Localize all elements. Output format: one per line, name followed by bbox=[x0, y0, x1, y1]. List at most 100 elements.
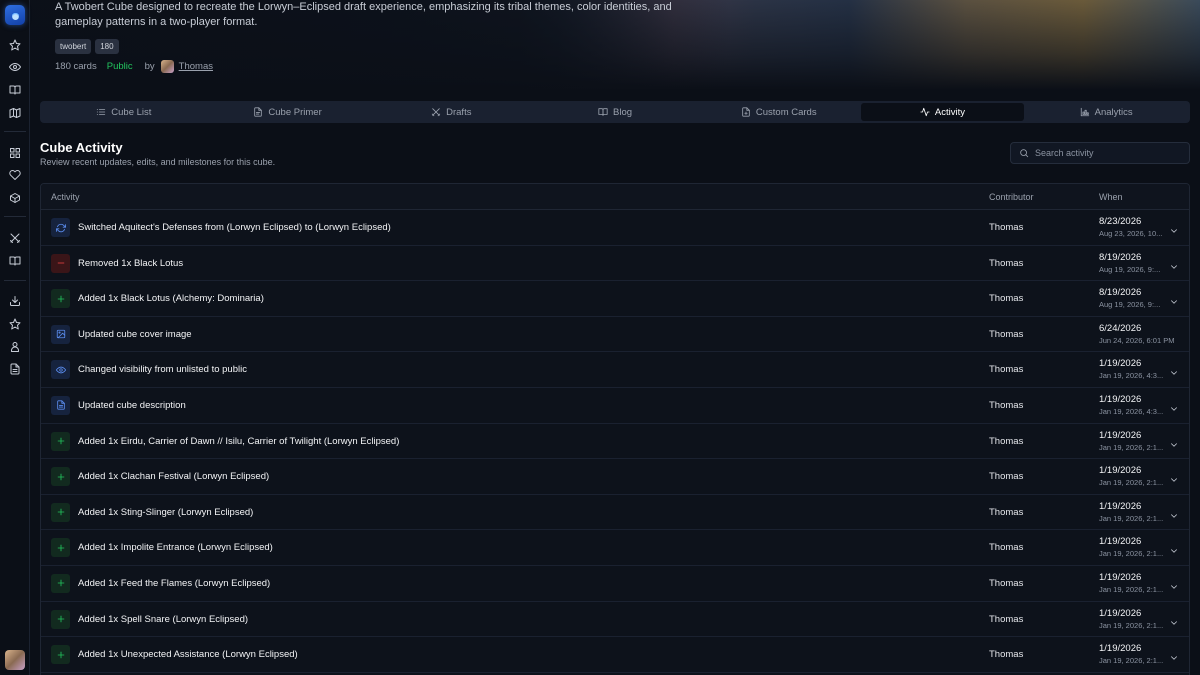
activity-text: Switched Aquitect's Defenses from (Lorwy… bbox=[78, 222, 391, 233]
heart-icon[interactable] bbox=[8, 168, 22, 182]
table-body: Switched Aquitect's Defenses from (Lorwy… bbox=[41, 210, 1189, 673]
plus-badge bbox=[51, 609, 70, 629]
tab-label: Blog bbox=[613, 106, 633, 118]
table-row[interactable]: Added 1x Black Lotus (Alchemy: Dominaria… bbox=[41, 281, 1189, 317]
contributor-name: Thomas bbox=[989, 222, 1024, 233]
swords-icon[interactable] bbox=[8, 231, 22, 245]
swords-icon bbox=[431, 108, 441, 117]
table-row[interactable]: Added 1x Spell Snare (Lorwyn Eclipsed) Th… bbox=[41, 602, 1189, 638]
expand-row-button[interactable] bbox=[1169, 508, 1179, 518]
document-icon bbox=[56, 400, 65, 411]
contributor-name: Thomas bbox=[989, 613, 1024, 625]
table-row: Updated cube cover image Thomas 6/24/2026 J… bbox=[41, 317, 1189, 353]
chevron-down-icon bbox=[1171, 585, 1177, 589]
map-icon[interactable] bbox=[8, 106, 22, 120]
tab-blog[interactable]: Blog bbox=[533, 103, 697, 121]
expand-row-button[interactable] bbox=[1169, 437, 1179, 447]
activity-date: 1/19/2026 bbox=[1099, 429, 1142, 441]
author-avatar[interactable] bbox=[160, 60, 174, 73]
star-icon[interactable] bbox=[8, 38, 22, 52]
activity-timestamp: Aug 19, 2026, 9:... bbox=[1099, 300, 1161, 310]
activity-timestamp: Jan 19, 2026, 2:1... bbox=[1099, 513, 1164, 523]
table-row[interactable]: Updated cube description Thomas 1/19/2026 J… bbox=[41, 388, 1189, 424]
contributor-name: Thomas bbox=[989, 577, 1024, 589]
book-icon bbox=[598, 108, 608, 116]
tab-activity[interactable]: Activity bbox=[860, 103, 1025, 121]
column-header-when: When bbox=[1099, 192, 1123, 202]
table-row[interactable]: Added 1x Unexpected Assistance (Lorwyn E… bbox=[41, 637, 1189, 673]
user-icon[interactable] bbox=[8, 340, 22, 354]
refresh-badge bbox=[51, 218, 70, 237]
table-row[interactable]: Added 1x Clachan Festival (Lorwyn Eclips… bbox=[41, 459, 1189, 495]
table-row[interactable]: Added 1x Impolite Entrance (Lorwyn Eclip… bbox=[41, 530, 1189, 566]
tag-badge[interactable]: twobert bbox=[55, 39, 92, 54]
document-badge bbox=[51, 395, 70, 415]
tab-cube-list[interactable]: Cube List bbox=[42, 103, 206, 121]
tab-label: Cube List bbox=[111, 106, 152, 118]
activity-timestamp: Jan 19, 2026, 4:3... bbox=[1099, 406, 1164, 416]
expand-row-button[interactable] bbox=[1169, 543, 1179, 554]
tab-custom-cards[interactable]: Custom Cards bbox=[697, 103, 861, 121]
chevron-down-icon bbox=[1171, 229, 1177, 233]
expand-row-button[interactable] bbox=[1169, 223, 1179, 233]
eye-icon bbox=[55, 366, 66, 374]
table-row[interactable]: Removed 1x Black Lotus Thomas 8/19/2026 Aug… bbox=[41, 246, 1189, 282]
table-row[interactable]: Added 1x Sting-Slinger (Lorwyn Eclipsed)… bbox=[41, 495, 1189, 531]
table-row[interactable]: Added 1x Feed the Flames (Lorwyn Eclipse… bbox=[41, 566, 1189, 602]
plus-icon bbox=[57, 508, 64, 516]
download-icon[interactable] bbox=[8, 294, 22, 308]
plus-badge bbox=[51, 645, 70, 665]
search-input[interactable] bbox=[1035, 148, 1185, 158]
tag-badge[interactable]: 180 bbox=[95, 39, 119, 54]
document-icon[interactable] bbox=[8, 362, 22, 376]
grid-icon[interactable] bbox=[8, 146, 22, 160]
expand-row-button[interactable] bbox=[1169, 472, 1179, 482]
chevron-down-icon bbox=[1171, 514, 1177, 518]
chevron-down-icon bbox=[1171, 620, 1177, 625]
expand-row-button[interactable] bbox=[1169, 579, 1179, 589]
activity-timestamp: Jan 19, 2026, 2:1... bbox=[1099, 549, 1164, 559]
minus-icon bbox=[57, 262, 64, 264]
expand-row-button[interactable] bbox=[1169, 294, 1179, 304]
activity-text: Changed visibility from unlisted to publ… bbox=[78, 364, 247, 376]
activity-text: Added 1x Black Lotus (Alchemy: Dominaria… bbox=[78, 293, 264, 305]
tab-cube-primer[interactable]: Cube Primer bbox=[206, 103, 370, 121]
cube-tabs: Cube List Cube Primer Drafts Blog Custom… bbox=[40, 101, 1190, 123]
activity-date: 6/24/2026 bbox=[1099, 322, 1142, 334]
expand-row-button[interactable] bbox=[1169, 365, 1179, 376]
user-avatar[interactable] bbox=[5, 650, 25, 670]
tab-drafts[interactable]: Drafts bbox=[369, 103, 533, 121]
contributor-name: Thomas bbox=[989, 293, 1024, 305]
cube-tags: twobert 180 bbox=[55, 39, 675, 54]
expand-row-button[interactable] bbox=[1169, 401, 1179, 411]
expand-row-button[interactable] bbox=[1169, 259, 1179, 269]
chevron-down-icon bbox=[1171, 478, 1177, 482]
file-icon bbox=[254, 107, 263, 117]
star-outline-icon[interactable] bbox=[8, 317, 22, 331]
plus-icon bbox=[57, 651, 64, 658]
minus-badge bbox=[51, 253, 70, 273]
expand-row-button[interactable] bbox=[1169, 650, 1179, 660]
search-icon bbox=[1020, 149, 1029, 158]
plus-icon bbox=[57, 580, 64, 587]
eye-icon[interactable] bbox=[8, 60, 22, 74]
card-count: 180 cards bbox=[55, 61, 97, 72]
cube-hero-content: A Twobert Cube designed to recreate the … bbox=[55, 0, 675, 73]
activity-date: 1/19/2026 bbox=[1099, 465, 1142, 477]
app-logo[interactable] bbox=[5, 5, 25, 25]
table-row[interactable]: Changed visibility from unlisted to publ… bbox=[41, 352, 1189, 388]
book-open-icon[interactable] bbox=[8, 83, 22, 97]
package-icon[interactable] bbox=[8, 191, 22, 205]
file-plus-icon bbox=[742, 107, 750, 117]
activity-timestamp: Jan 19, 2026, 2:1... bbox=[1099, 478, 1164, 488]
table-row[interactable]: Switched Aquitect's Defenses from (Lorwy… bbox=[41, 210, 1189, 246]
plus-badge bbox=[51, 289, 70, 309]
activity-timestamp: Aug 19, 2026, 9:... bbox=[1099, 264, 1161, 274]
book-icon[interactable] bbox=[8, 254, 22, 268]
author-link[interactable]: Thomas bbox=[179, 61, 213, 72]
table-row[interactable]: Added 1x Eirdu, Carrier of Dawn // Isilu… bbox=[41, 424, 1189, 460]
search-box[interactable] bbox=[1010, 142, 1190, 164]
tab-analytics[interactable]: Analytics bbox=[1024, 103, 1188, 121]
expand-row-button[interactable] bbox=[1169, 615, 1179, 625]
plus-icon bbox=[57, 473, 64, 480]
